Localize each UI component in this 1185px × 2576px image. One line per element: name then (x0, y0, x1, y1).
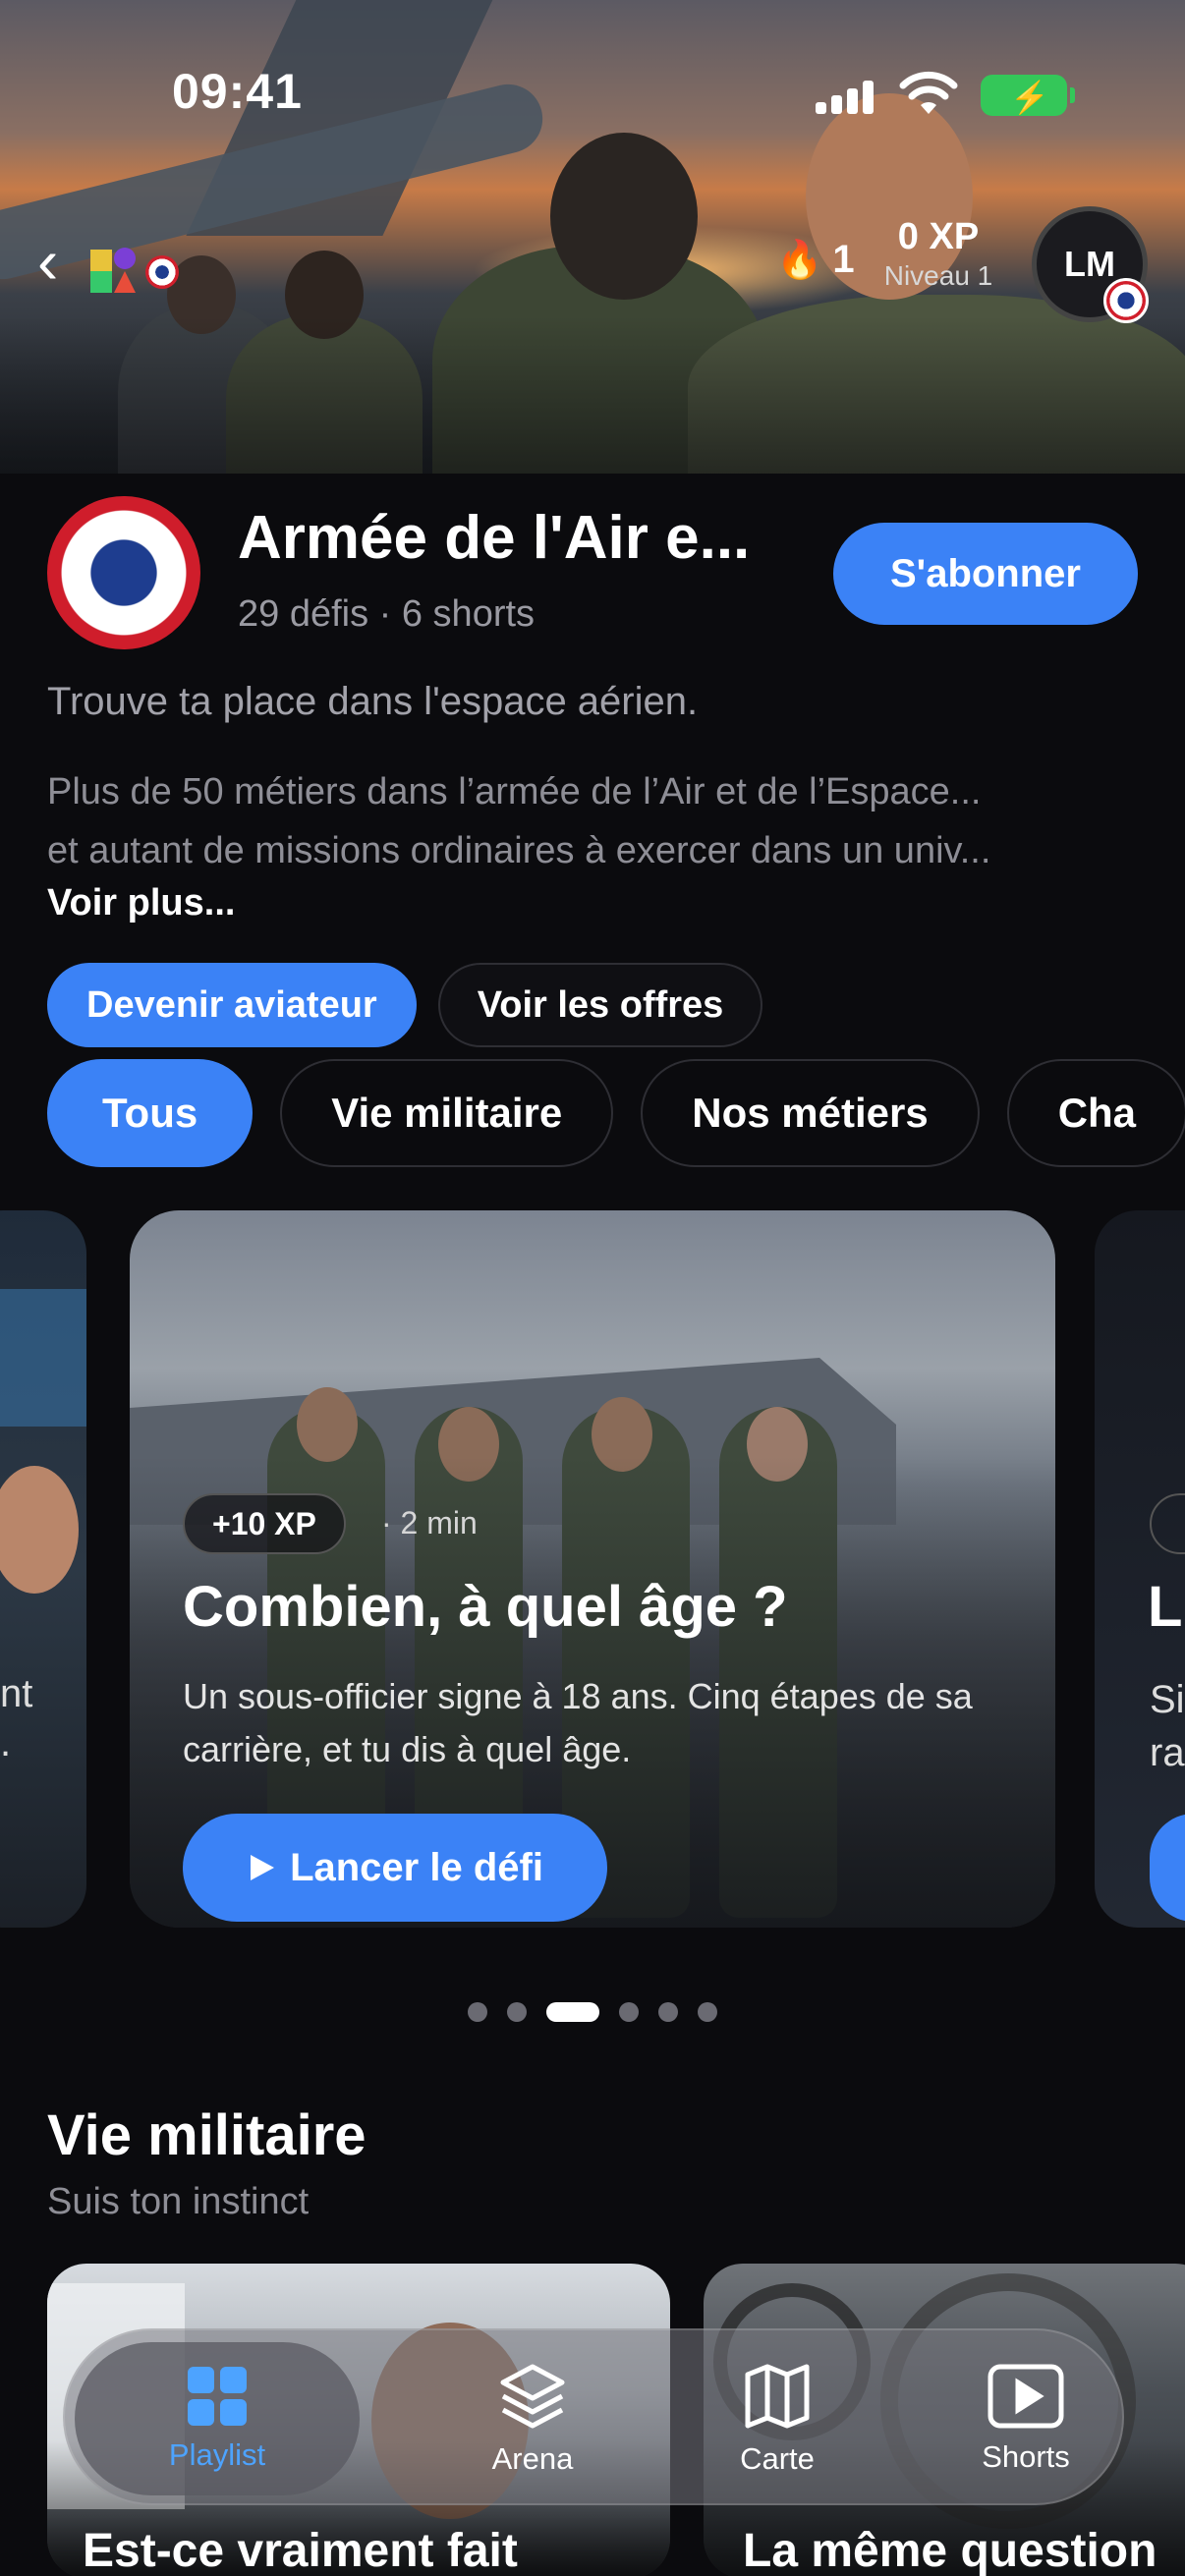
thumb-title: La même question (743, 2525, 1157, 2576)
back-chevron-icon[interactable]: ‹ (37, 230, 77, 293)
filter-chips: Tous Vie militaire Nos métiers Cha (47, 1059, 1185, 1169)
next-card-text: Si (1150, 1678, 1185, 1721)
xp-level: 0 XP Niveau 1 (865, 216, 1012, 292)
tab-bar: Playlist Arena Carte Shorts (63, 2328, 1124, 2505)
next-card-text: ra (1150, 1731, 1185, 1774)
page-dot[interactable] (658, 2002, 678, 2022)
thumb-title: Est-ce vraiment fait (83, 2525, 518, 2576)
filter-chip-partial[interactable]: Cha (1006, 1059, 1185, 1167)
top-bar: ‹ 🔥 1 0 XP Niveau 1 LM (0, 206, 1185, 324)
layers-icon (500, 2364, 565, 2429)
roundel-badge-icon (1103, 278, 1149, 323)
tab-label: Arena (491, 2441, 574, 2476)
avatar-initials: LM (1064, 244, 1115, 284)
page-dot[interactable] (468, 2002, 487, 2022)
status-bar: 09:41 ⚡ (0, 63, 1185, 122)
xp-value: 0 XP (897, 216, 980, 257)
streak-value: 1 (832, 238, 855, 281)
carousel-page-indicator (0, 2002, 1185, 2022)
page-dot[interactable] (619, 2002, 639, 2022)
channel-description: Plus de 50 métiers dans l’armée de l’Air… (47, 762, 1138, 880)
filter-chip-our-jobs[interactable]: Nos métiers (641, 1059, 980, 1167)
prev-card-text: nt (0, 1672, 33, 1715)
card-description: Un sous-officier signe à 18 ans. Cinq ét… (183, 1676, 973, 1769)
carousel-card-prev[interactable]: nt . (0, 1210, 86, 1928)
see-offers-button[interactable]: Voir les offres (437, 963, 763, 1047)
page-dot[interactable] (507, 2002, 527, 2022)
description-line: Plus de 50 métiers dans l’armée de l’Air… (47, 771, 982, 812)
filter-chip-all[interactable]: Tous (47, 1059, 254, 1167)
brand-logo (88, 246, 197, 293)
become-aviator-button[interactable]: Devenir aviateur (47, 963, 417, 1047)
launch-challenge-button[interactable]: Lancer le défi (183, 1814, 607, 1922)
cta-row: Devenir aviateur Voir les offres (47, 963, 763, 1047)
tab-label: Shorts (982, 2439, 1070, 2474)
next-card-title: L (1148, 1575, 1183, 1639)
tab-map[interactable]: Carte (654, 2330, 900, 2507)
battery-charging-icon: ⚡ (981, 75, 1075, 116)
see-more-link[interactable]: Voir plus... (47, 882, 235, 924)
carousel-card-active[interactable]: +10 XP · 2 min Combien, à quel âge ? Un … (130, 1210, 1055, 1928)
description-line: et autant de missions ordinaires à exerc… (47, 830, 991, 871)
tab-playlist[interactable]: Playlist (75, 2342, 360, 2495)
wifi-icon (899, 71, 958, 114)
channel-roundel-logo (47, 496, 200, 649)
cellular-signal-icon (816, 81, 875, 114)
channel-meta: 29 défis · 6 shorts (238, 593, 536, 635)
play-icon (251, 1855, 275, 1880)
launch-label: Lancer le défi (290, 1845, 543, 1889)
section-title: Vie militaire (47, 2103, 367, 2167)
play-square-icon (988, 2364, 1064, 2429)
channel-tagline: Trouve ta place dans l'espace aérien. (47, 680, 699, 723)
avatar[interactable]: LM (1032, 206, 1149, 323)
channel-name: Armée de l'Air e... (238, 504, 751, 572)
streak-counter: 🔥 1 (776, 238, 855, 282)
tab-shorts[interactable]: Shorts (903, 2330, 1149, 2507)
section-subtitle: Suis ton instinct (47, 2181, 310, 2222)
carousel-card-next[interactable]: L Si ra (1095, 1210, 1185, 1928)
prev-card-text: . (0, 1721, 12, 1764)
xp-badge: +10 XP (183, 1493, 346, 1554)
map-icon (745, 2364, 810, 2429)
duration-label: · 2 min (381, 1505, 478, 1540)
flame-icon: 🔥 (776, 239, 823, 281)
card-title: Combien, à quel âge ? (183, 1575, 788, 1639)
status-time: 09:41 (172, 64, 303, 119)
filter-chip-military-life[interactable]: Vie militaire (280, 1059, 614, 1167)
playlist-grid-icon (188, 2367, 247, 2426)
page-dot[interactable] (698, 2002, 717, 2022)
level-label: Niveau 1 (883, 260, 993, 291)
subscribe-button[interactable]: S'abonner (833, 523, 1138, 625)
page-dot-active[interactable] (546, 2002, 599, 2022)
tab-arena[interactable]: Arena (410, 2330, 655, 2507)
tab-label: Playlist (168, 2437, 266, 2472)
tab-label: Carte (740, 2441, 815, 2476)
